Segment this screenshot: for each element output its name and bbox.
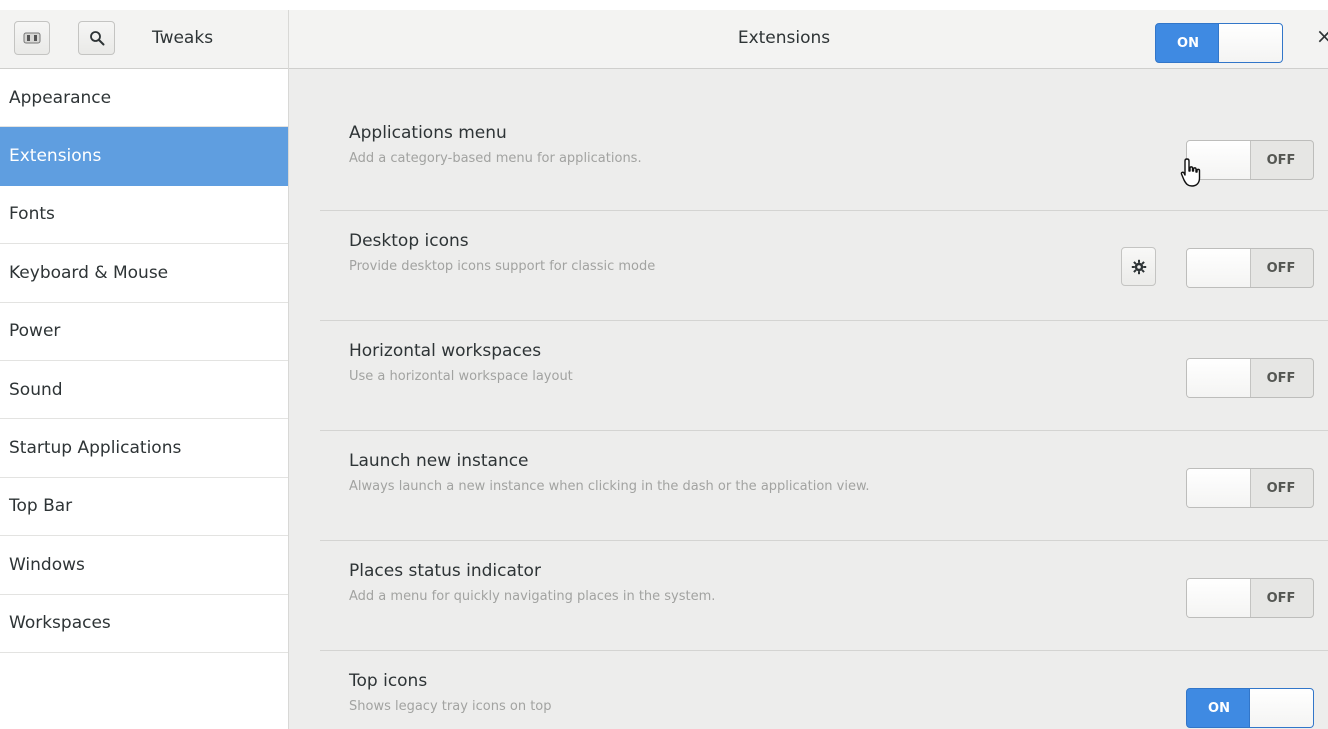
switch-state-label: OFF: [1266, 370, 1296, 386]
sidebar-item-workspaces[interactable]: Workspaces: [0, 595, 288, 653]
extension-title: Desktop icons: [349, 231, 469, 251]
tweaks-window: Tweaks Extensions ON × Appearance Extensi…: [0, 10, 1328, 729]
search-icon: [89, 31, 104, 46]
extension-description: Always launch a new instance when clicki…: [349, 479, 870, 494]
switch-state-label: OFF: [1266, 480, 1296, 496]
sidebar-item-startup-applications[interactable]: Startup Applications: [0, 419, 288, 478]
app-menu-button[interactable]: [14, 21, 50, 55]
switch-state-label: ON: [1208, 700, 1230, 716]
sidebar-item-label: Workspaces: [9, 613, 111, 634]
page-title: Extensions: [737, 28, 831, 48]
extension-toggle-switch[interactable]: OFF: [1186, 248, 1314, 288]
extension-description: Add a menu for quickly navigating places…: [349, 589, 716, 604]
sidebar-item-label: Keyboard & Mouse: [9, 262, 169, 283]
extension-title: Places status indicator: [349, 561, 541, 581]
switch-state-label: OFF: [1266, 152, 1296, 168]
extension-row: Desktop icons Provide desktop icons suppo…: [320, 187, 1328, 297]
sidebar-item-label: Extensions: [9, 146, 102, 167]
extension-title: Launch new instance: [349, 451, 529, 471]
app-menu-icon: [23, 32, 41, 44]
switch-knob: [1187, 579, 1251, 617]
sidebar-item-top-bar[interactable]: Top Bar: [0, 478, 288, 537]
extension-row: Horizontal workspaces Use a horizontal wo…: [320, 297, 1328, 407]
close-button[interactable]: ×: [1316, 24, 1328, 48]
switch-track: ON: [1186, 688, 1314, 728]
search-button[interactable]: [78, 21, 115, 55]
sidebar-item-label: Power: [9, 321, 61, 342]
extension-description: Shows legacy tray icons on top: [349, 699, 552, 714]
gear-icon: [1131, 259, 1146, 274]
extension-row: Launch new instance Always launch a new i…: [320, 407, 1328, 517]
sidebar-item-sound[interactable]: Sound: [0, 361, 288, 420]
sidebar-item-power[interactable]: Power: [0, 303, 288, 361]
switch-state-label: OFF: [1266, 260, 1296, 276]
sidebar-item-fonts[interactable]: Fonts: [0, 186, 288, 245]
app-title: Tweaks: [152, 28, 214, 48]
extension-row: Places status indicator Add a menu for qu…: [320, 517, 1328, 627]
switch-knob: [1249, 689, 1313, 727]
extensions-list: Applications menu Add a category-based me…: [289, 69, 1328, 729]
extension-title: Applications menu: [349, 123, 507, 143]
sidebar: Appearance Extensions Fonts Keyboard & Mous…: [0, 69, 289, 729]
extension-toggle-switch[interactable]: OFF: [1186, 358, 1314, 398]
sidebar-item-label: Appearance: [9, 87, 112, 108]
sidebar-item-label: Startup Applications: [9, 438, 182, 459]
switch-track: OFF: [1186, 468, 1314, 508]
switch-knob: [1187, 469, 1251, 507]
extension-description: Use a horizontal workspace layout: [349, 369, 573, 384]
sidebar-item-label: Top Bar: [9, 496, 73, 517]
header-left: Tweaks: [0, 10, 289, 69]
extension-description: Provide desktop icons support for classi…: [349, 259, 656, 274]
header-bar: Tweaks Extensions ON ×: [0, 10, 1328, 69]
hand-cursor-icon: [1180, 158, 1201, 187]
extension-description: Add a category-based menu for applicatio…: [349, 151, 642, 166]
extension-toggle-switch[interactable]: ON: [1186, 688, 1314, 728]
extension-toggle-switch[interactable]: OFF: [1186, 468, 1314, 508]
sidebar-item-extensions[interactable]: Extensions: [0, 127, 288, 186]
global-switch-track: ON: [1155, 23, 1283, 63]
switch-knob: [1187, 359, 1251, 397]
extension-toggle-switch[interactable]: OFF: [1186, 578, 1314, 618]
switch-state-label: OFF: [1266, 590, 1296, 606]
switch-track: OFF: [1186, 248, 1314, 288]
switch-knob: [1218, 24, 1282, 62]
sidebar-item-label: Windows: [9, 554, 85, 575]
extension-title: Horizontal workspaces: [349, 341, 542, 361]
extensions-global-switch[interactable]: ON: [1155, 23, 1283, 63]
sidebar-item-label: Fonts: [9, 204, 55, 225]
sidebar-item-windows[interactable]: Windows: [0, 536, 288, 595]
extension-row: Applications menu Add a category-based me…: [320, 79, 1328, 189]
switch-track: OFF: [1186, 578, 1314, 618]
sidebar-item-keyboard-mouse[interactable]: Keyboard & Mouse: [0, 244, 288, 303]
global-switch-label: ON: [1177, 35, 1199, 51]
sidebar-item-appearance[interactable]: Appearance: [0, 69, 288, 128]
switch-knob: [1187, 249, 1251, 287]
switch-track: OFF: [1186, 358, 1314, 398]
sidebar-item-label: Sound: [9, 379, 63, 400]
extension-row: Top icons Shows legacy tray icons on top O…: [320, 627, 1328, 729]
extension-title: Top icons: [349, 671, 428, 691]
extension-settings-button[interactable]: [1121, 247, 1156, 286]
